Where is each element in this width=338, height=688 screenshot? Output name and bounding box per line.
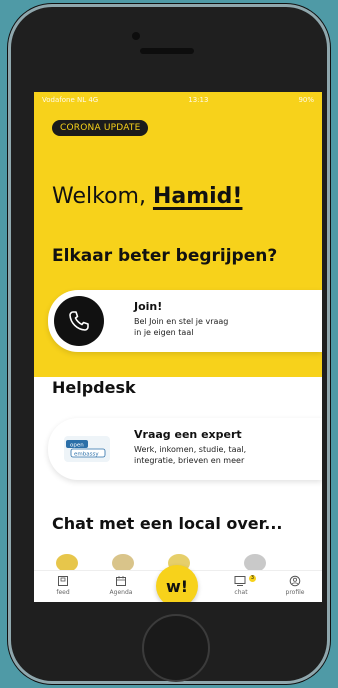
tab-agenda-label: Agenda [109, 589, 133, 596]
expert-description: Werk, inkomen, studie, taal, integratie,… [134, 444, 314, 466]
logo-text-top: open [70, 443, 84, 449]
chat-count-badge: 3 [249, 575, 256, 582]
tab-agenda[interactable]: Agenda [96, 575, 146, 596]
tab-chat[interactable]: 3 chat [216, 575, 266, 596]
chat-icon [234, 576, 246, 586]
expert-title: Vraag een expert [134, 428, 242, 441]
corona-update-label: CORONA UPDATE [60, 123, 141, 133]
battery-label: 90% [298, 96, 314, 104]
clock: 13:13 [188, 96, 209, 104]
join-desc-line1: Bel Join en stel je vraag [134, 317, 229, 326]
profile-icon [289, 575, 301, 587]
calendar-icon [116, 576, 126, 586]
phone-icon [54, 296, 104, 346]
center-action-button[interactable]: w! [156, 565, 198, 602]
front-camera [132, 32, 140, 40]
logo-text-bottom: embassy [74, 452, 99, 458]
tab-feed-label: feed [56, 589, 70, 596]
expert-desc-line1: Werk, inkomen, studie, taal, [134, 445, 247, 454]
corona-update-badge[interactable]: CORONA UPDATE [52, 120, 149, 136]
join-title: Join! [134, 300, 163, 313]
join-desc-line2: in je eigen taal [134, 328, 194, 337]
open-embassy-logo: open embassy [64, 436, 110, 462]
tab-feed[interactable]: feed [38, 575, 88, 596]
welcome-prefix: Welkom, [52, 184, 153, 209]
home-button[interactable] [142, 614, 210, 682]
chat-local-heading: Chat met een local over... [52, 514, 283, 533]
app-screen: Vodafone NL 4G 13:13 90% CORONA UPDATE W… [34, 92, 322, 602]
tab-profile[interactable]: profile [270, 575, 320, 596]
expert-card[interactable]: open embassy Vraag een expert Werk, inko… [48, 418, 322, 480]
status-bar: Vodafone NL 4G 13:13 90% [34, 92, 322, 108]
user-name: Hamid! [152, 184, 243, 209]
bottom-tab-bar: feed Agenda w! 3 chat profile [34, 565, 322, 602]
welcome-title: Welkom, Hamid! [52, 184, 242, 209]
join-description: Bel Join en stel je vraag in je eigen ta… [134, 316, 314, 338]
tab-profile-label: profile [285, 589, 305, 596]
feed-icon [58, 576, 68, 586]
tab-chat-label: chat [234, 589, 248, 596]
helpdesk-heading: Helpdesk [52, 378, 136, 397]
expert-desc-line2: integratie, brieven en meer [134, 456, 245, 465]
join-card[interactable]: Join! Bel Join en stel je vraag in je ei… [48, 290, 322, 352]
earpiece [140, 48, 194, 54]
carrier-label: Vodafone NL 4G [42, 96, 99, 104]
center-action-label: w! [165, 576, 189, 596]
headline: Elkaar beter begrijpen? [52, 246, 278, 266]
